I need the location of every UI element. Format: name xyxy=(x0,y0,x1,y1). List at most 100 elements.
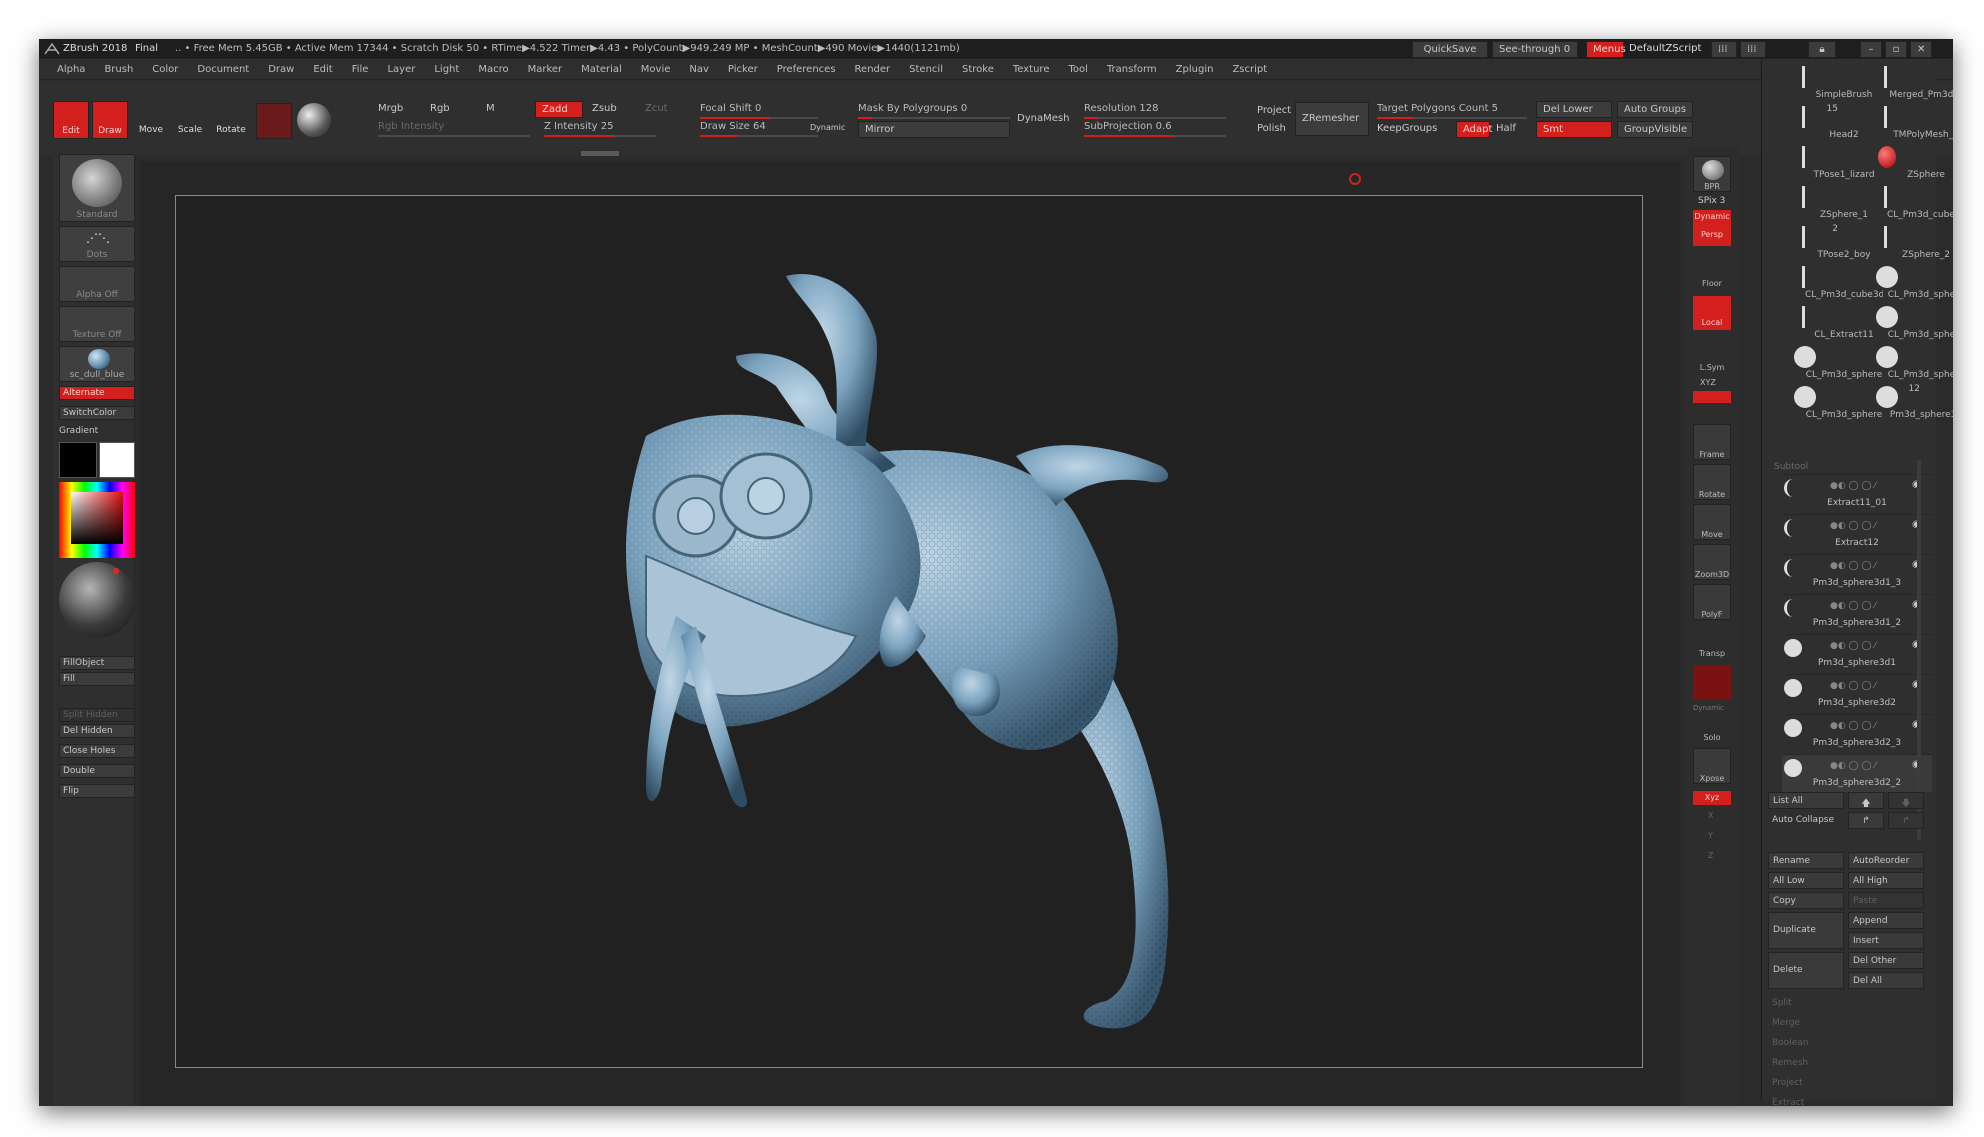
menu-layer[interactable]: Layer xyxy=(387,64,415,75)
mirror-button[interactable]: Mirror xyxy=(858,121,1010,138)
menu-render[interactable]: Render xyxy=(855,64,891,75)
project-section[interactable]: Project xyxy=(1772,1078,1803,1088)
ghost-button[interactable] xyxy=(1693,666,1731,700)
del-all-button[interactable]: Del All xyxy=(1848,972,1924,989)
maximize-icon[interactable]: ▫ xyxy=(1885,41,1907,58)
see-through-slider[interactable]: See-through 0 xyxy=(1492,41,1578,58)
tool-thumbnail[interactable]: Merged_Pm3d_s xyxy=(1848,62,1953,100)
arrow-right-dim-icon[interactable]: ↱ xyxy=(1888,812,1924,829)
append-button[interactable]: Append xyxy=(1848,912,1924,929)
sculptris-icon[interactable] xyxy=(297,103,331,137)
zoom3d-button[interactable]: Zoom3D xyxy=(1693,544,1731,580)
keepgroups-button[interactable]: KeepGroups xyxy=(1377,123,1437,134)
subtool-controls-icon[interactable]: ●◐ ◯ ◯ ⁄ xyxy=(1830,641,1876,651)
subtool-controls-icon[interactable]: ●◐ ◯ ◯ ⁄ xyxy=(1830,561,1876,571)
mrgb-button[interactable]: Mrgb xyxy=(378,103,403,114)
subtool-controls-icon[interactable]: ●◐ ◯ ◯ ⁄ xyxy=(1830,721,1876,731)
subtool-row[interactable]: ●◐ ◯ ◯ ⁄◉Pm3d_sphere3d2_3 xyxy=(1782,714,1932,752)
paste-button[interactable]: Paste xyxy=(1848,892,1924,909)
flip-button[interactable]: Flip xyxy=(59,784,135,798)
material-thumbnail[interactable]: sc_dull_blue xyxy=(59,346,135,382)
move-mode-button[interactable]: Move xyxy=(133,101,169,139)
autoreorder-button[interactable]: AutoReorder xyxy=(1848,852,1924,869)
brush-thumbnail[interactable]: Standard xyxy=(59,154,135,222)
move-down-icon[interactable]: 🡇 xyxy=(1888,792,1924,809)
move-view-button[interactable]: Move xyxy=(1693,504,1731,540)
material-sphere[interactable] xyxy=(59,562,135,638)
bpr-button[interactable]: BPR xyxy=(1693,156,1731,192)
menu-zplugin[interactable]: Zplugin xyxy=(1176,64,1214,75)
frame-button[interactable]: Frame xyxy=(1693,424,1731,460)
groupvisible-button[interactable]: GroupVisible xyxy=(1617,121,1693,138)
subtool-row[interactable]: ●◐ ◯ ◯ ⁄◉Extract12 xyxy=(1782,514,1932,552)
m-button[interactable]: M xyxy=(486,103,495,114)
menu-preferences[interactable]: Preferences xyxy=(777,64,836,75)
main-color-swatch[interactable] xyxy=(99,442,135,478)
shelf-scroll-handle[interactable] xyxy=(581,151,619,156)
subtool-controls-icon[interactable]: ●◐ ◯ ◯ ⁄ xyxy=(1830,761,1876,771)
rgb-button[interactable]: Rgb xyxy=(430,103,450,114)
project-button[interactable]: Project xyxy=(1257,105,1291,116)
tool-thumbnail[interactable]: CL_Pm3d_sphere xyxy=(1848,342,1953,380)
menu-file[interactable]: File xyxy=(352,64,369,75)
secondary-color-swatch[interactable] xyxy=(59,442,97,478)
color-picker[interactable] xyxy=(59,482,135,558)
fillobject-button[interactable]: FillObject xyxy=(59,656,135,670)
alpha-thumbnail[interactable]: Alpha Off xyxy=(59,266,135,302)
scale-mode-button[interactable]: Scale xyxy=(172,101,208,139)
arrow-right-icon[interactable]: ↱ xyxy=(1848,812,1884,829)
floor-button[interactable]: Floor xyxy=(1693,254,1731,290)
rotate-mode-button[interactable]: Rotate xyxy=(213,101,249,139)
tool-thumbnail[interactable]: CL_Pm3d_sphere xyxy=(1848,302,1953,340)
zremesher-button[interactable]: ZRemesher xyxy=(1295,102,1369,136)
tool-thumbnail[interactable]: TMPolyMesh_1 xyxy=(1848,102,1953,140)
zsub-button[interactable]: Zsub xyxy=(592,103,617,114)
menu-stroke[interactable]: Stroke xyxy=(962,64,994,75)
dynamic-toggle[interactable]: Dynamic xyxy=(810,123,845,132)
subtool-controls-icon[interactable]: ●◐ ◯ ◯ ⁄ xyxy=(1830,481,1876,491)
subtool-scrollbar[interactable] xyxy=(1917,460,1921,840)
subtool-row[interactable]: ●◐ ◯ ◯ ⁄◉Pm3d_sphere3d1 xyxy=(1782,634,1932,672)
subtool-row[interactable]: ●◐ ◯ ◯ ⁄◉Extract11_01 xyxy=(1782,474,1932,512)
tool-thumbnail[interactable]: CL_Pm3d_sphere xyxy=(1766,342,1882,380)
subtool-row[interactable]: ●◐ ◯ ◯ ⁄◉Pm3d_sphere3d2_2 xyxy=(1782,754,1932,792)
tool-thumbnail[interactable]: 12 Pm3d_sphere3d xyxy=(1848,382,1953,420)
rgb-intensity-slider[interactable]: Rgb Intensity xyxy=(378,121,530,137)
close-icon[interactable]: ✕ xyxy=(1910,41,1932,58)
draw-size-slider[interactable]: Draw Size 64 xyxy=(700,121,818,137)
zcut-button[interactable]: Zcut xyxy=(645,103,668,114)
rotate-view-button[interactable]: Rotate xyxy=(1693,464,1731,500)
all-low-button[interactable]: All Low xyxy=(1768,872,1844,889)
menu-zscript[interactable]: Zscript xyxy=(1232,64,1267,75)
auto-collapse-button[interactable]: Auto Collapse xyxy=(1768,812,1844,829)
tool-thumbnail[interactable]: ZSphere_1 xyxy=(1766,182,1868,220)
move-up-icon[interactable]: 🡅 xyxy=(1848,792,1884,809)
dynamesh-button[interactable]: DynaMesh xyxy=(1017,113,1069,124)
menu-transform[interactable]: Transform xyxy=(1107,64,1157,75)
z-intensity-slider[interactable]: Z Intensity 25 xyxy=(544,121,656,137)
split-hidden-button[interactable]: Split Hidden xyxy=(59,708,135,722)
solo-button[interactable]: Solo xyxy=(1693,708,1731,744)
merge-section[interactable]: Merge xyxy=(1772,1018,1800,1028)
del-lower-button[interactable]: Del Lower xyxy=(1536,101,1612,118)
spix-slider[interactable]: SPix 3 xyxy=(1698,196,1725,206)
tool-thumbnail[interactable]: 15 Head2 xyxy=(1766,102,1859,140)
lock-icon[interactable]: 🔒︎ xyxy=(1808,41,1836,58)
subtool-controls-icon[interactable]: ●◐ ◯ ◯ ⁄ xyxy=(1830,681,1876,691)
subtool-controls-icon[interactable]: ●◐ ◯ ◯ ⁄ xyxy=(1830,521,1876,531)
close-holes-button[interactable]: Close Holes xyxy=(59,744,135,758)
del-hidden-button[interactable]: Del Hidden xyxy=(59,724,135,738)
menu-light[interactable]: Light xyxy=(434,64,459,75)
menu-draw[interactable]: Draw xyxy=(268,64,294,75)
menu-color[interactable]: Color xyxy=(152,64,178,75)
rename-button[interactable]: Rename xyxy=(1768,852,1844,869)
subtool-controls-icon[interactable]: ●◐ ◯ ◯ ⁄ xyxy=(1830,601,1876,611)
polyf-button[interactable]: PolyF xyxy=(1693,584,1731,620)
quicksave-button[interactable]: QuickSave xyxy=(1412,41,1488,58)
duplicate-button[interactable]: Duplicate xyxy=(1768,912,1844,949)
tool-thumbnail[interactable]: 2 TPose2_boy xyxy=(1766,222,1871,260)
transp-button[interactable]: Transp xyxy=(1693,624,1731,660)
extract-section[interactable]: Extract xyxy=(1772,1098,1804,1106)
subtool-header[interactable]: Subtool xyxy=(1774,462,1808,472)
xpose-button[interactable]: Xpose xyxy=(1693,748,1731,784)
